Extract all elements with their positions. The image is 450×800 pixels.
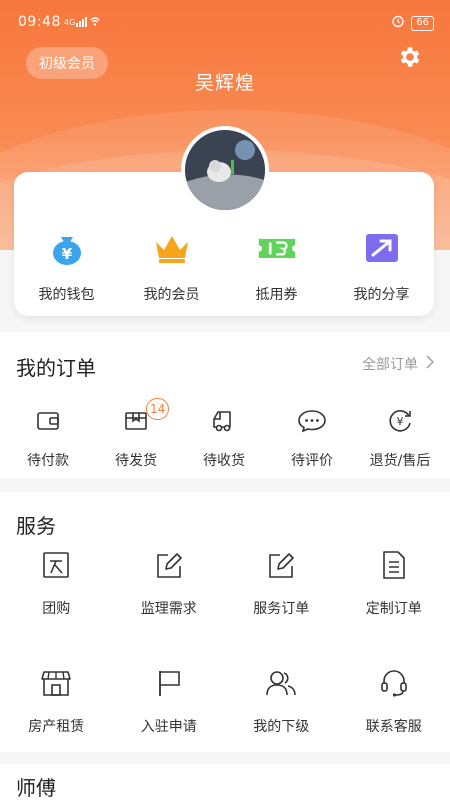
gear-icon[interactable] [396, 44, 422, 70]
services-section: 服务 团购 监理需求 服务订单 定制订单 房产租赁 入驻申请 我的下级 联系客服 [0, 492, 450, 752]
my-orders-section: 我的订单 全部订单 待付款 14 待发货 待收货 待评价 ¥ 退货/售后 [0, 332, 450, 478]
all-orders-label: 全部订单 [362, 357, 418, 373]
service-supervision-request[interactable]: 监理需求 [113, 548, 226, 666]
order-status-label: 待付款 [27, 453, 69, 469]
masters-section: 师傅 [0, 764, 450, 800]
chevron-right-icon [426, 355, 434, 373]
quick-link-coupons[interactable]: 抵用券 [224, 228, 329, 304]
edit-document-icon [264, 548, 298, 582]
order-status-label: 待收货 [203, 453, 245, 469]
service-label: 我的下级 [253, 719, 310, 735]
avatar[interactable] [181, 126, 269, 214]
service-label: 团购 [42, 601, 71, 617]
quick-link-membership[interactable]: 我的会员 [119, 228, 224, 304]
service-service-orders[interactable]: 服务订单 [225, 548, 338, 666]
wallet-money-bag-icon: ¥ [47, 228, 87, 268]
status-time: 09:48 [18, 14, 61, 30]
svg-text:¥: ¥ [61, 245, 72, 263]
order-status-pending-review[interactable]: 待评价 [268, 406, 356, 470]
service-custom-orders[interactable]: 定制订单 [338, 548, 450, 666]
status-bar: 09:48 4G 66 [0, 0, 450, 44]
order-status-label: 退货/售后 [369, 453, 431, 469]
quick-link-wallet[interactable]: ¥ 我的钱包 [14, 228, 119, 304]
crown-icon [152, 228, 192, 268]
order-status-refund-aftersales[interactable]: ¥ 退货/售后 [356, 406, 444, 470]
service-label: 监理需求 [140, 601, 197, 617]
order-status-pending-payment[interactable]: 待付款 [4, 406, 92, 470]
storefront-icon [39, 666, 73, 700]
signal-icon: 4G [64, 16, 100, 32]
section-title-masters: 师傅 [16, 776, 56, 800]
alarm-icon [391, 14, 405, 32]
quick-link-label: 我的钱包 [38, 287, 95, 303]
share-arrow-icon [362, 228, 402, 268]
section-title-orders: 我的订单 [16, 356, 96, 380]
section-title-services: 服务 [16, 514, 56, 538]
quick-link-label: 我的会员 [143, 287, 200, 303]
username: 吴辉煌 [194, 72, 255, 94]
chat-bubble-icon [297, 406, 327, 436]
coupon-ticket-icon [257, 228, 297, 268]
order-status-label: 待发货 [115, 453, 157, 469]
yuan-refund-icon: ¥ [385, 406, 415, 436]
headset-icon [377, 666, 411, 700]
quick-link-label: 抵用券 [255, 287, 298, 303]
delivery-truck-icon [209, 406, 239, 436]
service-group-buy[interactable]: 团购 [0, 548, 113, 666]
group-buy-icon [39, 548, 73, 582]
order-count-badge: 14 [146, 398, 170, 420]
order-status-pending-receipt[interactable]: 待收货 [180, 406, 268, 470]
order-status-pending-shipment[interactable]: 14 待发货 [92, 398, 180, 470]
edit-pencil-icon [152, 548, 186, 582]
service-label: 服务订单 [253, 601, 310, 617]
document-list-icon [377, 548, 411, 582]
service-label: 定制订单 [365, 601, 422, 617]
flag-icon [152, 666, 186, 700]
svg-text:4G: 4G [64, 18, 75, 27]
svg-text:¥: ¥ [397, 415, 404, 428]
all-orders-link[interactable]: 全部订单 [362, 354, 434, 374]
battery-indicator: 66 [411, 15, 434, 31]
quick-link-label: 我的分享 [353, 287, 410, 303]
service-label: 房产租赁 [28, 719, 85, 735]
order-status-label: 待评价 [291, 453, 333, 469]
quick-link-share[interactable]: 我的分享 [329, 228, 434, 304]
service-label: 联系客服 [365, 719, 422, 735]
wallet-icon [33, 406, 63, 436]
users-icon [264, 666, 298, 700]
service-label: 入驻申请 [140, 719, 197, 735]
